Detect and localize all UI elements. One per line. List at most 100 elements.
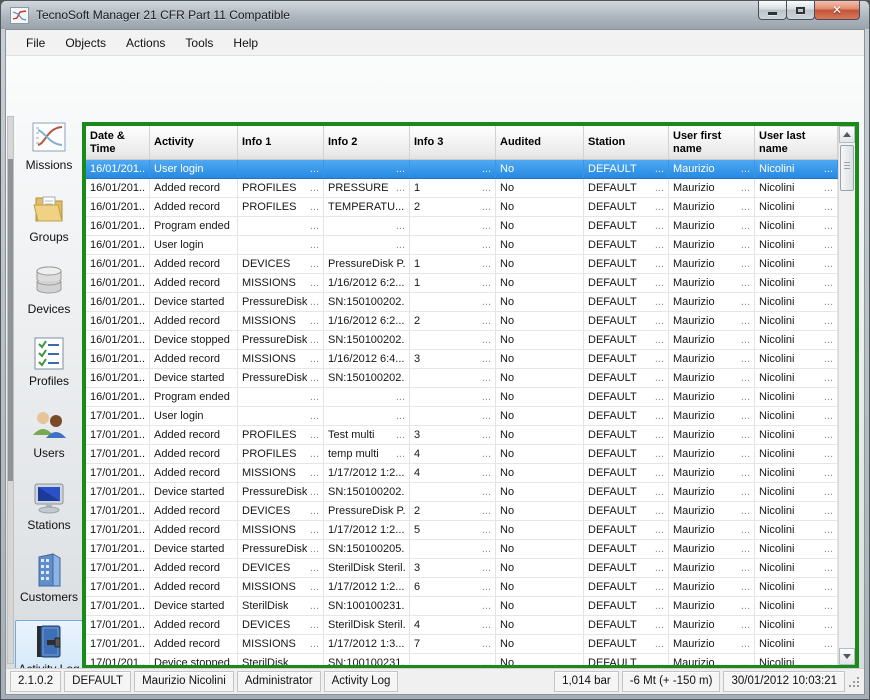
- cell-fn: Maurizio...: [669, 445, 755, 463]
- cell-ellipsis: ...: [479, 521, 491, 539]
- cell-text: DEFAULT: [588, 312, 637, 330]
- table-row[interactable]: 16/01/201...Device startedPressureDisk..…: [86, 369, 838, 388]
- cell-ellipsis: ...: [821, 540, 833, 558]
- menu-help[interactable]: Help: [223, 33, 268, 53]
- table-row[interactable]: 17/01/201...Added recordDEVICES...Steril…: [86, 559, 838, 578]
- scroll-up-button[interactable]: [839, 126, 855, 143]
- table-row[interactable]: 16/01/201...User login.........NoDEFAULT…: [86, 236, 838, 255]
- scroll-down-button[interactable]: [839, 648, 855, 665]
- sidebar-item-missions[interactable]: Missions: [15, 116, 83, 175]
- table-row[interactable]: 16/01/201...Device startedPressureDisk..…: [86, 293, 838, 312]
- column-header-activity[interactable]: Activity: [150, 126, 238, 159]
- table-row[interactable]: 17/01/201...Device startedSterilDisk...S…: [86, 597, 838, 616]
- menu-objects[interactable]: Objects: [55, 33, 116, 53]
- cell-ellipsis: ...: [652, 635, 664, 653]
- table-row[interactable]: 16/01/201...Added recordDEVICES...Pressu…: [86, 255, 838, 274]
- cell-st: DEFAULT...: [584, 274, 669, 292]
- cell-text: Maurizio: [673, 483, 715, 501]
- table-row[interactable]: 16/01/201...Added recordMISSIONS...1/16/…: [86, 274, 838, 293]
- table-row[interactable]: 17/01/201...Device startedPressureDisk..…: [86, 540, 838, 559]
- table-row[interactable]: 17/01/201...Added recordDEVICES...Pressu…: [86, 502, 838, 521]
- column-header-info3[interactable]: Info 3: [410, 126, 496, 159]
- cell-ln: Nicolini...: [755, 559, 838, 577]
- cell-text: Nicolini: [759, 426, 794, 444]
- cell-au: No: [496, 293, 584, 311]
- table-scrollbar-thumb[interactable]: [840, 145, 854, 191]
- menu-tools[interactable]: Tools: [175, 33, 223, 53]
- minimize-button[interactable]: [758, 1, 787, 20]
- table-row[interactable]: 17/01/201...Added recordDEVICES...Steril…: [86, 616, 838, 635]
- column-header-user-last[interactable]: User last name: [755, 126, 838, 159]
- table-row[interactable]: 17/01/201...Added recordMISSIONS...1/17/…: [86, 578, 838, 597]
- cell-text: PROFILES: [242, 198, 296, 216]
- cell-st: DEFAULT...: [584, 521, 669, 539]
- table-row[interactable]: 17/01/201...Added recordMISSIONS...1/17/…: [86, 521, 838, 540]
- cell-text: No: [500, 160, 514, 178]
- close-icon: ✕: [832, 2, 842, 19]
- cell-ellipsis: ...: [652, 597, 664, 615]
- cell-text: 17/01/201...: [90, 483, 145, 501]
- sidebar-scrollbar[interactable]: [7, 116, 14, 664]
- cell-i3: 6...: [410, 578, 496, 596]
- titlebar[interactable]: TecnoSoft Manager 21 CFR Part 11 Compati…: [1, 1, 869, 29]
- cell-st: DEFAULT...: [584, 198, 669, 216]
- table-row[interactable]: 16/01/201...Added recordMISSIONS...1/16/…: [86, 312, 838, 331]
- cell-i2: SN:100100231...: [324, 597, 410, 615]
- table-row[interactable]: 16/01/201...Added recordPROFILES...PRESS…: [86, 179, 838, 198]
- cell-ellipsis: ...: [393, 407, 405, 425]
- menu-actions[interactable]: Actions: [116, 33, 175, 53]
- table-body: 16/01/201...User login.........NoDEFAULT…: [86, 160, 838, 665]
- sidebar-item-customers[interactable]: Customers: [15, 548, 83, 607]
- cell-text: DEFAULT: [588, 160, 637, 178]
- cell-au: No: [496, 274, 584, 292]
- cell-ln: Nicolini...: [755, 217, 838, 235]
- column-header-user-first[interactable]: User first name: [669, 126, 755, 159]
- sidebar-item-devices[interactable]: Devices: [15, 260, 83, 319]
- column-header-audited[interactable]: Audited: [496, 126, 584, 159]
- cell-ellipsis: ...: [479, 502, 491, 520]
- column-header-info1[interactable]: Info 1: [238, 126, 324, 159]
- table-header: Date & Time Activity Info 1 Info 2 Info …: [86, 126, 838, 160]
- cell-ellipsis: ...: [821, 179, 833, 197]
- table-scrollbar[interactable]: [838, 126, 855, 665]
- table-row[interactable]: 17/01/201...Added recordMISSIONS...1/17/…: [86, 464, 838, 483]
- table-row[interactable]: 17/01/201...Added recordPROFILES...Test …: [86, 426, 838, 445]
- status-pressure: 1,014 bar: [554, 671, 619, 692]
- cell-i3: ...: [410, 540, 496, 558]
- column-header-station[interactable]: Station: [584, 126, 669, 159]
- cell-i1: SterilDisk...: [238, 654, 324, 665]
- sidebar-item-groups[interactable]: Groups: [15, 188, 83, 247]
- maximize-button[interactable]: [786, 1, 815, 20]
- table-row[interactable]: 16/01/201...Added recordMISSIONS...1/16/…: [86, 350, 838, 369]
- table-row[interactable]: 16/01/201...Program ended.........NoDEFA…: [86, 388, 838, 407]
- cell-text: Maurizio: [673, 293, 715, 311]
- sidebar-item-users[interactable]: Users: [15, 404, 83, 463]
- table-row[interactable]: 17/01/201...Device startedPressureDisk..…: [86, 483, 838, 502]
- cell-i1: DEVICES...: [238, 559, 324, 577]
- cell-ellipsis: ...: [738, 236, 750, 254]
- table-row[interactable]: 16/01/201...User login.........NoDEFAULT…: [86, 160, 838, 179]
- cell-ellipsis: ...: [307, 312, 319, 330]
- table-row[interactable]: 17/01/201...Added recordMISSIONS...1/17/…: [86, 635, 838, 654]
- resize-grip[interactable]: [848, 675, 860, 689]
- cell-text: Nicolini: [759, 483, 794, 501]
- cell-fn: Maurizio...: [669, 654, 755, 665]
- sidebar-item-stations[interactable]: Stations: [15, 476, 83, 535]
- table-row[interactable]: 16/01/201...Program ended.........NoDEFA…: [86, 217, 838, 236]
- column-header-info2[interactable]: Info 2: [324, 126, 410, 159]
- table-row[interactable]: 16/01/201...Added recordPROFILES...TEMPE…: [86, 198, 838, 217]
- table-row[interactable]: 16/01/201...Device stoppedPressureDisk..…: [86, 331, 838, 350]
- sidebar-item-activity-log[interactable]: Activity Log: [15, 620, 83, 668]
- close-button[interactable]: ✕: [814, 1, 860, 20]
- menu-file[interactable]: File: [16, 33, 55, 53]
- table-row[interactable]: 17/01/201...User login.........NoDEFAULT…: [86, 407, 838, 426]
- table-row[interactable]: 17/01/201...Added recordPROFILES...temp …: [86, 445, 838, 464]
- cell-au: No: [496, 179, 584, 197]
- cell-i1: PROFILES...: [238, 445, 324, 463]
- sidebar-item-profiles[interactable]: Profiles: [15, 332, 83, 391]
- column-header-date-time[interactable]: Date & Time: [86, 126, 150, 159]
- sidebar-scrollbar-thumb[interactable]: [8, 159, 13, 481]
- table-row[interactable]: 17/01/201...Device stoppedSterilDisk...S…: [86, 654, 838, 665]
- cell-text: PressureDisk: [242, 369, 307, 387]
- cell-i2: 1/17/2012 1:2...: [324, 464, 410, 482]
